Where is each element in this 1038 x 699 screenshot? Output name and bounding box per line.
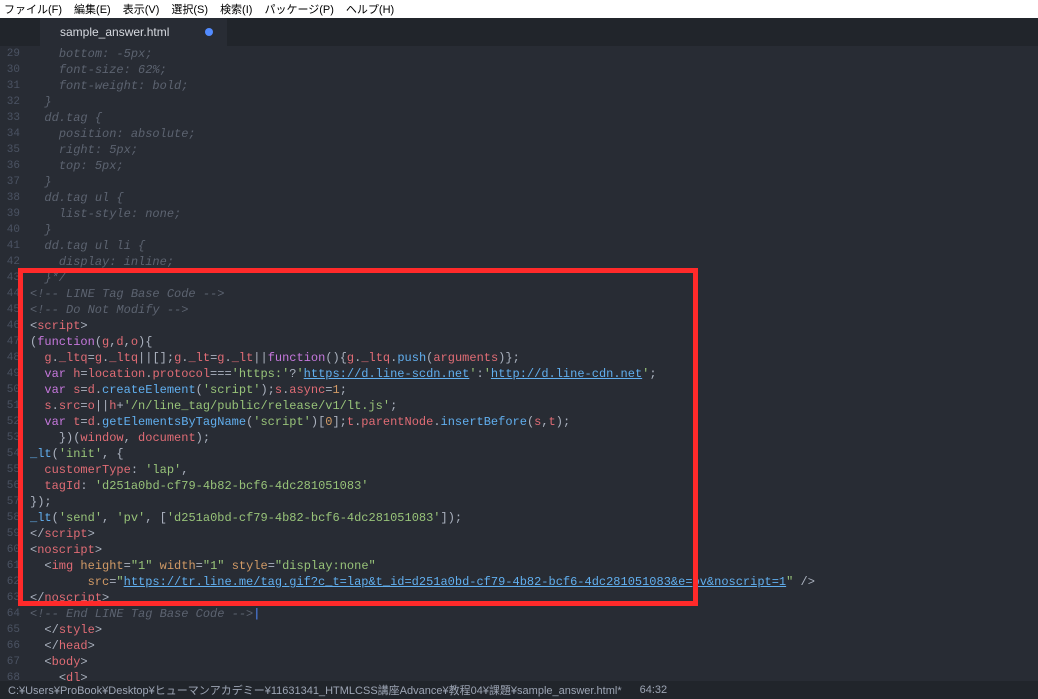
line-number: 56 <box>0 478 24 494</box>
code-line[interactable]: bottom: -5px; <box>30 46 1038 62</box>
code-line[interactable]: }); <box>30 494 1038 510</box>
tab-title: sample_answer.html <box>60 25 169 39</box>
code-line[interactable]: })(window, document); <box>30 430 1038 446</box>
line-number: 38 <box>0 190 24 206</box>
code-line[interactable]: (function(g,d,o){ <box>30 334 1038 350</box>
code-line[interactable]: customerType: 'lap', <box>30 462 1038 478</box>
code-line[interactable]: <!-- LINE Tag Base Code --> <box>30 286 1038 302</box>
line-number: 51 <box>0 398 24 414</box>
line-number: 40 <box>0 222 24 238</box>
line-number: 66 <box>0 638 24 654</box>
code-line[interactable]: g._ltq=g._ltq||[];g._lt=g._lt||function(… <box>30 350 1038 366</box>
code-line[interactable]: <body> <box>30 654 1038 670</box>
line-number: 30 <box>0 62 24 78</box>
line-number: 55 <box>0 462 24 478</box>
menu-edit[interactable]: 編集(E) <box>74 1 111 17</box>
code-line[interactable]: }*/ <box>30 270 1038 286</box>
line-number: 65 <box>0 622 24 638</box>
line-number: 49 <box>0 366 24 382</box>
line-number: 53 <box>0 430 24 446</box>
line-number: 44 <box>0 286 24 302</box>
line-number: 59 <box>0 526 24 542</box>
line-number: 32 <box>0 94 24 110</box>
menu-view[interactable]: 表示(V) <box>123 1 160 17</box>
code-area[interactable]: bottom: -5px; font-size: 62%; font-weigh… <box>24 46 1038 682</box>
code-line[interactable]: font-weight: bold; <box>30 78 1038 94</box>
line-number: 34 <box>0 126 24 142</box>
line-number: 63 <box>0 590 24 606</box>
menubar: ファイル(F) 編集(E) 表示(V) 選択(S) 検索(I) パッケージ(P)… <box>0 0 1038 18</box>
line-number: 62 <box>0 574 24 590</box>
line-number: 36 <box>0 158 24 174</box>
code-line[interactable]: </head> <box>30 638 1038 654</box>
menu-select[interactable]: 選択(S) <box>171 1 208 17</box>
status-bar: C:¥Users¥ProBook¥Desktop¥ヒューマンアカデミー¥1163… <box>0 681 1038 699</box>
line-number: 58 <box>0 510 24 526</box>
code-line[interactable]: var s=d.createElement('script');s.async=… <box>30 382 1038 398</box>
tab-bar: sample_answer.html <box>0 18 1038 46</box>
code-line[interactable]: display: inline; <box>30 254 1038 270</box>
menu-search[interactable]: 検索(I) <box>220 1 252 17</box>
line-number: 54 <box>0 446 24 462</box>
code-line[interactable]: } <box>30 94 1038 110</box>
code-line[interactable]: } <box>30 174 1038 190</box>
code-line[interactable]: tagId: 'd251a0bd-cf79-4b82-bcf6-4dc28105… <box>30 478 1038 494</box>
code-line[interactable]: <img height="1" width="1" style="display… <box>30 558 1038 574</box>
code-line[interactable]: top: 5px; <box>30 158 1038 174</box>
code-line[interactable]: _lt('send', 'pv', ['d251a0bd-cf79-4b82-b… <box>30 510 1038 526</box>
code-line[interactable]: src="https://tr.line.me/tag.gif?c_t=lap&… <box>30 574 1038 590</box>
line-number: 48 <box>0 350 24 366</box>
code-line[interactable]: } <box>30 222 1038 238</box>
line-number: 50 <box>0 382 24 398</box>
line-number: 61 <box>0 558 24 574</box>
code-line[interactable]: dd.tag { <box>30 110 1038 126</box>
menu-packages[interactable]: パッケージ(P) <box>264 1 333 17</box>
code-line[interactable]: dd.tag ul li { <box>30 238 1038 254</box>
menu-help[interactable]: ヘルプ(H) <box>346 1 394 17</box>
line-number: 33 <box>0 110 24 126</box>
code-line[interactable]: <script> <box>30 318 1038 334</box>
line-number: 52 <box>0 414 24 430</box>
line-number: 39 <box>0 206 24 222</box>
line-number: 31 <box>0 78 24 94</box>
line-number: 64 <box>0 606 24 622</box>
line-number: 46 <box>0 318 24 334</box>
code-line[interactable]: var t=d.getElementsByTagName('script')[0… <box>30 414 1038 430</box>
line-number: 47 <box>0 334 24 350</box>
code-line[interactable]: _lt('init', { <box>30 446 1038 462</box>
code-line[interactable]: </noscript> <box>30 590 1038 606</box>
tab-sample-answer[interactable]: sample_answer.html <box>40 18 227 46</box>
code-line[interactable]: <!-- End LINE Tag Base Code -->| <box>30 606 1038 622</box>
line-number: 57 <box>0 494 24 510</box>
code-line[interactable]: s.src=o||h+'/n/line_tag/public/release/v… <box>30 398 1038 414</box>
code-line[interactable]: var h=location.protocol==='https:'?'http… <box>30 366 1038 382</box>
line-number: 43 <box>0 270 24 286</box>
code-line[interactable]: <!-- Do Not Modify --> <box>30 302 1038 318</box>
code-line[interactable]: font-size: 62%; <box>30 62 1038 78</box>
status-cursor-pos[interactable]: 64:32 <box>640 684 668 696</box>
line-number: 67 <box>0 654 24 670</box>
line-number: 35 <box>0 142 24 158</box>
code-line[interactable]: <noscript> <box>30 542 1038 558</box>
line-number: 29 <box>0 46 24 62</box>
code-line[interactable]: </style> <box>30 622 1038 638</box>
editor[interactable]: 2930313233343536373839404142434445464748… <box>0 46 1038 682</box>
line-number: 60 <box>0 542 24 558</box>
menu-file[interactable]: ファイル(F) <box>4 1 62 17</box>
line-gutter: 2930313233343536373839404142434445464748… <box>0 46 24 682</box>
code-line[interactable]: position: absolute; <box>30 126 1038 142</box>
code-line[interactable]: </script> <box>30 526 1038 542</box>
line-number: 45 <box>0 302 24 318</box>
line-number: 41 <box>0 238 24 254</box>
line-number: 37 <box>0 174 24 190</box>
code-line[interactable]: right: 5px; <box>30 142 1038 158</box>
line-number: 42 <box>0 254 24 270</box>
status-path[interactable]: C:¥Users¥ProBook¥Desktop¥ヒューマンアカデミー¥1163… <box>8 682 622 698</box>
code-line[interactable]: list-style: none; <box>30 206 1038 222</box>
code-line[interactable]: dd.tag ul { <box>30 190 1038 206</box>
tab-modified-icon <box>205 28 213 36</box>
